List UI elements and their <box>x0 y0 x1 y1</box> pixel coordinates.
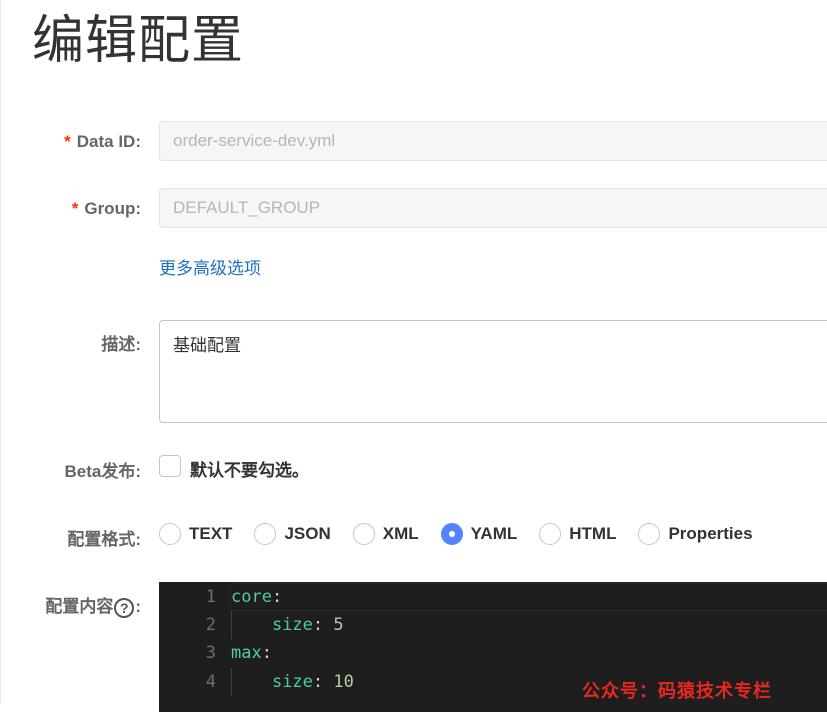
radio-label: YAML <box>470 524 518 543</box>
yaml-key: core <box>231 587 272 607</box>
data-id-label-text: Data ID: <box>76 132 141 151</box>
line-number: 2 <box>205 615 216 635</box>
editor-line: 2 size: 5 <box>159 611 827 639</box>
content-label: 配置内容?: <box>45 592 141 618</box>
yaml-key: size <box>271 672 313 692</box>
beta-label: Beta发布: <box>64 462 141 481</box>
radio-label: JSON <box>284 524 331 543</box>
code-text: max: <box>231 639 272 667</box>
line-number: 4 <box>205 672 216 692</box>
radio-json[interactable]: JSON <box>254 523 331 545</box>
yaml-value: 5 <box>333 615 344 635</box>
description-label: 描述: <box>101 335 141 354</box>
format-radio-group: TEXT JSON XML YAML HTML Properties <box>159 523 775 545</box>
left-border <box>0 0 1 704</box>
data-id-label: * Data ID: <box>64 132 141 152</box>
radio-button[interactable] <box>352 523 375 545</box>
code-text: core: <box>231 583 282 611</box>
radio-properties[interactable]: Properties <box>638 523 753 545</box>
radio-label: XML <box>382 524 419 543</box>
required-mark: * <box>64 132 71 151</box>
line-number: 1 <box>205 587 216 607</box>
code-text: size: 10 <box>231 668 354 696</box>
radio-label: TEXT <box>189 524 233 543</box>
line-number: 3 <box>205 643 216 663</box>
watermark-text: 公众号：码猿技术专栏 <box>582 681 772 702</box>
format-label: 配置格式: <box>67 530 141 549</box>
radio-label: HTML <box>569 524 617 543</box>
radio-xml[interactable]: XML <box>352 523 419 545</box>
code-text: size: 5 <box>231 611 344 639</box>
content-label-colon: : <box>135 597 141 616</box>
active-line-highlight <box>230 583 827 611</box>
beta-checkbox-label[interactable]: 默认不要勾选。 <box>190 456 309 481</box>
yaml-value: 10 <box>333 672 354 692</box>
description-textarea[interactable]: 基础配置 <box>159 320 827 423</box>
group-label-text: Group: <box>84 199 141 218</box>
content-label-text: 配置内容 <box>45 597 114 616</box>
required-mark: * <box>71 199 79 218</box>
group-input[interactable]: DEFAULT_GROUP <box>159 188 827 228</box>
radio-button[interactable] <box>539 523 562 545</box>
radio-text[interactable]: TEXT <box>159 523 232 545</box>
radio-label: Properties <box>668 524 753 543</box>
page-title: 编辑配置 <box>32 12 245 70</box>
editor-line: 3 max: <box>159 639 827 667</box>
yaml-colon: : <box>261 643 272 663</box>
radio-button-selected[interactable] <box>440 523 463 545</box>
yaml-key: max <box>231 643 262 663</box>
radio-button[interactable] <box>638 523 661 545</box>
beta-checkbox[interactable] <box>159 455 181 477</box>
group-label: * Group: <box>72 199 141 219</box>
radio-yaml[interactable]: YAML <box>440 523 518 545</box>
question-circle-icon[interactable]: ? <box>114 597 135 618</box>
yaml-colon: : <box>271 587 283 607</box>
editor-line: 1 core: <box>159 583 827 611</box>
data-id-input[interactable]: order-service-dev.yml <box>159 121 827 161</box>
yaml-colon: : <box>312 615 324 635</box>
yaml-colon: : <box>312 672 324 692</box>
radio-button[interactable] <box>159 523 181 545</box>
yaml-key: size <box>271 615 313 635</box>
radio-html[interactable]: HTML <box>539 523 616 545</box>
advanced-options-link[interactable]: 更多高级选项 <box>159 254 261 279</box>
radio-button[interactable] <box>254 523 277 545</box>
